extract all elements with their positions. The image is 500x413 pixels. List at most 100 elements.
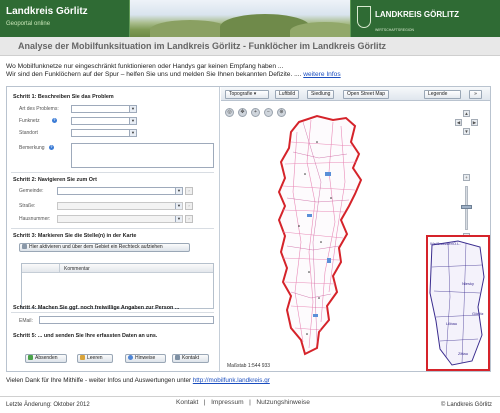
clear-label: Leeren: [87, 355, 103, 361]
remark-label: Bemerkung: [19, 145, 45, 151]
page-footer: Letzte Änderung: Oktober 2012 Kontakt | …: [0, 396, 500, 413]
basemap-select[interactable]: Topografie ▾: [225, 90, 269, 99]
step1-heading: Schritt 1: Beschreiben Sie das Problem: [13, 94, 114, 100]
grid-column-comment: Kommentar: [64, 266, 90, 272]
eraser-icon: [80, 355, 85, 360]
house-number-label: Hausnummer:: [19, 216, 51, 222]
overview-label-zittau: Zittau: [458, 351, 469, 356]
problem-type-select[interactable]: ▼: [71, 105, 137, 113]
clear-button[interactable]: Leeren: [77, 354, 113, 363]
check-icon: [28, 355, 33, 360]
help-icon[interactable]: ?: [49, 145, 54, 150]
coat-of-arms-icon: [357, 6, 371, 28]
header-logo-title: Landkreis Görlitz: [6, 6, 88, 17]
street-label: Straße:: [19, 203, 36, 209]
step4-heading: Schritt 4: Machen Sie ggf. noch freiwill…: [13, 305, 180, 311]
step5-heading: Schritt 5: ... und senden Sie Ihre erfas…: [13, 333, 158, 339]
header-landscape-photo: [130, 0, 360, 37]
hints-label: Hinweise: [135, 355, 156, 361]
divider: [11, 312, 214, 313]
legend-button[interactable]: Legende: [424, 90, 461, 99]
chevron-down-icon: ▼: [129, 130, 136, 136]
house-number-search-button[interactable]: ›: [185, 215, 193, 223]
email-label: EMail:: [19, 318, 33, 324]
double-chevron-right-icon: »: [474, 91, 477, 97]
overview-label-weisswasser: Weißwasser/O.L.: [430, 241, 461, 246]
osm-button[interactable]: Open Street Map: [343, 90, 390, 99]
divider: [11, 228, 214, 229]
draw-rectangle-label: Hier aktivieren und über dem Gebiet ein …: [29, 244, 163, 250]
site-header: Landkreis Görlitz Geoportal online LANDK…: [0, 0, 500, 37]
overview-map[interactable]: Weißwasser/O.L. Niesky Löbau Görlitz Zit…: [426, 235, 490, 371]
submit-label: Absenden: [35, 355, 58, 361]
municipality-label: Gemeinde:: [19, 188, 44, 194]
scale-label: Maßstab 1:544 933: [227, 363, 271, 369]
remark-textarea[interactable]: [71, 143, 214, 168]
chevron-down-icon: ▼: [175, 188, 182, 194]
map-toolbar: Topografie ▾ Luftbild Siedlung Open Stre…: [221, 87, 490, 101]
chevron-down-icon: ▼: [175, 216, 182, 222]
info-icon: [128, 355, 133, 360]
district-area: [277, 114, 363, 356]
intro-line-1: Wo Mobilfunknetze nur eingeschränkt funk…: [6, 63, 284, 70]
mobile-info-link[interactable]: http://mobilfunk.landkreis.gr: [193, 377, 270, 384]
network-select[interactable]: ▼: [71, 117, 137, 125]
intro-line-2-text: Wir sind den Funklöchern auf der Spur – …: [6, 71, 304, 78]
title-bar: Analyse der Mobilfunksituation im Landkr…: [0, 37, 500, 56]
chevron-down-icon: ▼: [175, 203, 182, 209]
chevron-down-icon: ▼: [129, 106, 136, 112]
footer-note-text: Vielen Dank für Ihre Mithilfe - weiter I…: [6, 377, 193, 384]
step3-heading: Schritt 3: Markieren Sie die Stelle(n) i…: [13, 233, 137, 239]
app-frame: Schritt 1: Beschreiben Sie das Problem A…: [6, 86, 491, 372]
copyright-text: © Landkreis Görlitz: [440, 402, 492, 408]
page-title: Analyse der Mobilfunksituation im Landkr…: [18, 41, 387, 51]
step2-heading: Schritt 2: Navigieren Sie zum Ort: [13, 177, 97, 183]
rectangle-select-icon: [22, 244, 27, 249]
last-change-text: Letzte Änderung: Oktober 2012: [6, 402, 90, 408]
draw-rectangle-button[interactable]: Hier aktivieren und über dem Gebiet ein …: [19, 243, 190, 252]
house-number-select[interactable]: ▼: [57, 215, 183, 223]
overview-label-niesky: Niesky: [462, 281, 475, 286]
location-select[interactable]: ▼: [71, 129, 137, 137]
overview-label-loebau: Löbau: [446, 321, 458, 326]
footer-note: Vielen Dank für Ihre Mithilfe - weiter I…: [6, 377, 270, 384]
network-label: Funknetz: [19, 118, 40, 124]
contact-button[interactable]: Kontakt: [172, 354, 209, 363]
municipality-select[interactable]: ▼: [57, 187, 183, 195]
header-logo-block[interactable]: Landkreis Görlitz Geoportal online: [0, 0, 130, 37]
location-label: Standort: [19, 130, 38, 136]
district-logo-text: LANDKREIS GÖRLITZ: [375, 10, 459, 19]
overview-map-drawing: [428, 237, 488, 369]
aerial-button[interactable]: Luftbild: [275, 90, 300, 99]
chevron-down-icon: ▾: [253, 91, 257, 97]
settlement-button[interactable]: Siedlung: [307, 90, 335, 99]
marked-areas-grid[interactable]: Kommentar: [21, 263, 214, 309]
street-search-button[interactable]: ›: [185, 202, 193, 210]
district-logo: LANDKREIS GÖRLITZ WIRTSCHAFTSREGION: [350, 0, 500, 37]
panel-collapse-button[interactable]: »: [469, 90, 482, 99]
contact-label: Kontakt: [182, 355, 199, 361]
footer-links[interactable]: Kontakt | Impressum | Nutzungshinweise: [176, 399, 310, 406]
problem-type-label: Art des Problems:: [19, 106, 59, 112]
street-select[interactable]: ▼: [57, 202, 183, 210]
hints-button[interactable]: Hinweise: [125, 354, 166, 363]
overview-label-goerlitz: Görlitz: [472, 311, 484, 316]
map-panel: Topografie ▾ Luftbild Siedlung Open Stre…: [221, 87, 490, 371]
municipality-search-button[interactable]: ›: [185, 187, 193, 195]
contact-icon: [175, 355, 180, 360]
grid-header: Kommentar: [22, 264, 213, 273]
district-logo-subtext: WIRTSCHAFTSREGION: [375, 28, 415, 32]
chevron-down-icon: ▼: [129, 118, 136, 124]
grid-column-index: [22, 264, 60, 273]
intro-line-2: Wir sind den Funklöchern auf der Spur – …: [6, 71, 486, 79]
intro-text: Wo Mobilfunknetze nur eingeschränkt funk…: [6, 63, 486, 79]
help-icon[interactable]: ?: [52, 118, 57, 123]
submit-button[interactable]: Absenden: [25, 354, 67, 363]
divider: [11, 172, 214, 173]
email-field[interactable]: [39, 316, 214, 324]
basemap-label: Topografie: [229, 91, 253, 97]
more-info-link[interactable]: weitere Infos: [303, 71, 340, 78]
header-logo-subtitle: Geoportal online: [6, 21, 51, 27]
report-form-panel: Schritt 1: Beschreiben Sie das Problem A…: [7, 87, 220, 371]
map-canvas[interactable]: ◎ ✥ + − ⊕ ▲ ◀ ▶ ▼ + −: [221, 102, 490, 371]
